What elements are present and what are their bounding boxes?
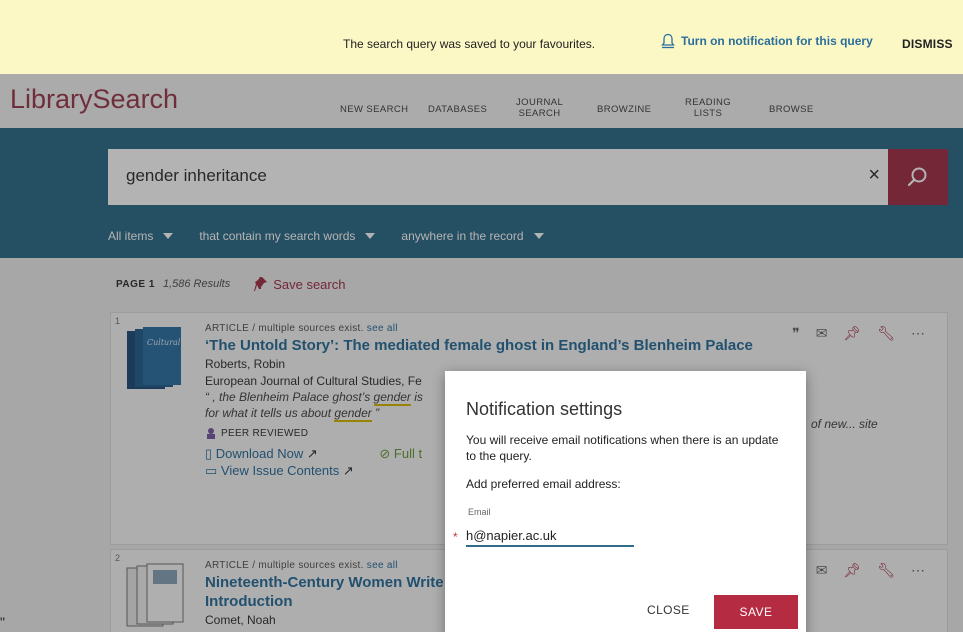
dialog-add-email-label: Add preferred email address: (466, 477, 621, 491)
email-field-label: Email (468, 507, 491, 517)
email-field[interactable] (466, 523, 634, 547)
page: LibrarySearch NEW SEARCH DATABASES JOURN… (0, 0, 963, 632)
banner-message: The search query was saved to your favou… (343, 37, 596, 51)
bell-icon (661, 33, 675, 49)
dismiss-button[interactable]: DISMISS (902, 37, 953, 51)
save-button[interactable]: SAVE (714, 595, 798, 629)
turn-on-notification-link[interactable]: Turn on notification for this query (661, 33, 873, 49)
dialog-description: You will receive email notifications whe… (466, 433, 779, 463)
stray-quote-mark: " (0, 614, 5, 630)
notification-banner: The search query was saved to your favou… (0, 0, 963, 74)
required-marker: * (453, 530, 458, 544)
dialog-title: Notification settings (466, 399, 623, 419)
turn-on-notification-label: Turn on notification for this query (681, 34, 873, 48)
notification-settings-dialog: Notification settings You will receive e… (445, 371, 806, 632)
close-button[interactable]: CLOSE (647, 603, 690, 617)
